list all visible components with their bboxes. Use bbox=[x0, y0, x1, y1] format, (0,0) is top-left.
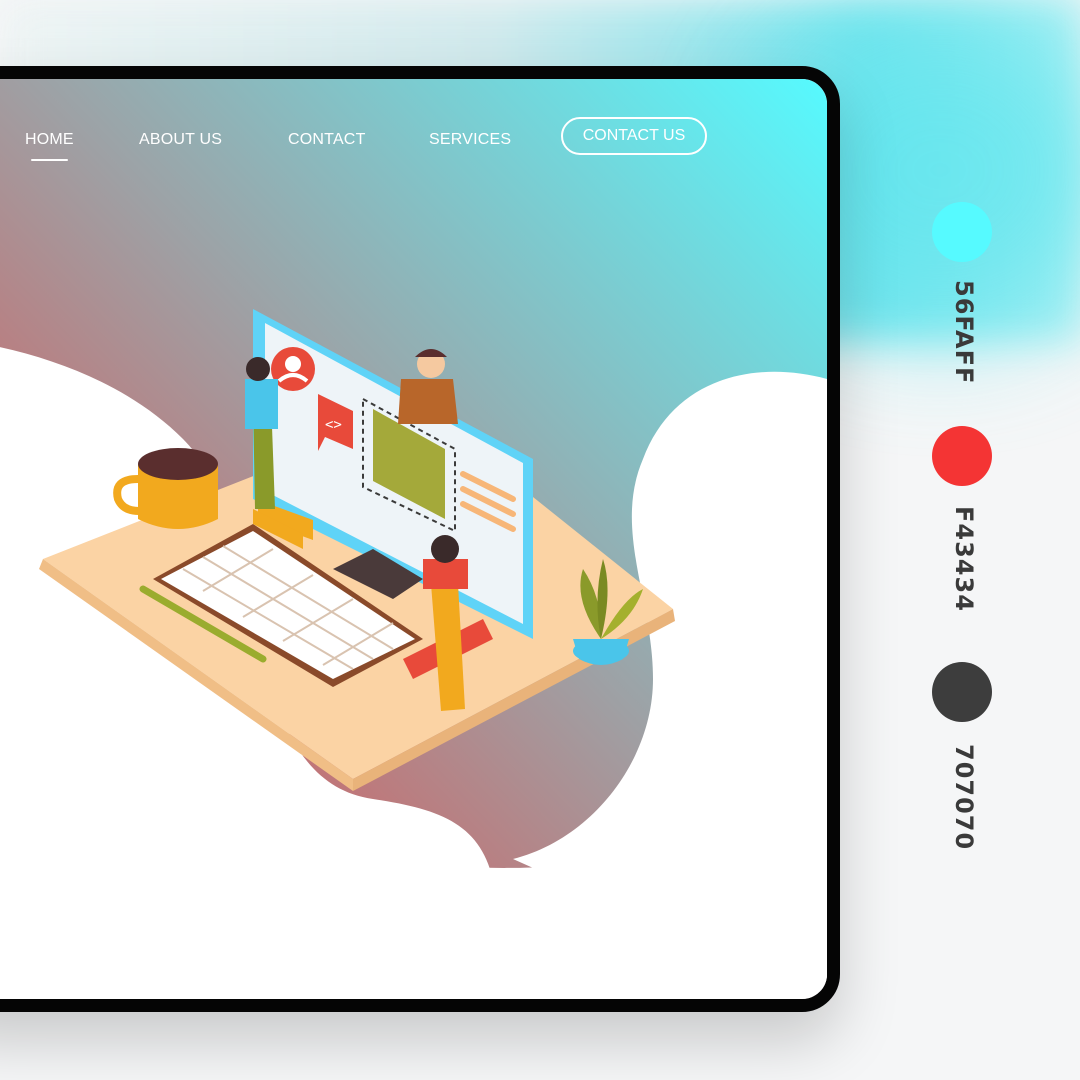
main-navigation: HOME ABOUT US CONTACT SERVICES CONTACT U… bbox=[0, 117, 827, 161]
swatch-dark-label: 707070 bbox=[950, 744, 978, 851]
swatch-red bbox=[932, 426, 992, 486]
nav-item-about-us[interactable]: ABOUT US bbox=[139, 131, 222, 149]
nav-item-home[interactable]: HOME bbox=[25, 131, 74, 161]
white-base bbox=[0, 839, 827, 999]
swatch-dark bbox=[932, 662, 992, 722]
svg-text:<>: <> bbox=[325, 417, 342, 433]
swatch-cyan-label: 56FAFF bbox=[950, 280, 978, 385]
hero-illustration: <> bbox=[0, 79, 827, 999]
nav-item-services[interactable]: SERVICES bbox=[429, 131, 511, 149]
website-screen: <> HOME ABOUT US CONTACT SERVICES CONTAC… bbox=[0, 79, 827, 999]
swatch-cyan bbox=[932, 202, 992, 262]
mockup-stage: <> HOME ABOUT US CONTACT SERVICES CONTAC… bbox=[0, 0, 1080, 1080]
swatch-red-label: F43434 bbox=[950, 506, 978, 612]
nav-item-contact[interactable]: CONTACT bbox=[288, 131, 366, 149]
device-frame: <> HOME ABOUT US CONTACT SERVICES CONTAC… bbox=[0, 66, 840, 1012]
contact-us-button[interactable]: CONTACT US bbox=[561, 117, 707, 155]
